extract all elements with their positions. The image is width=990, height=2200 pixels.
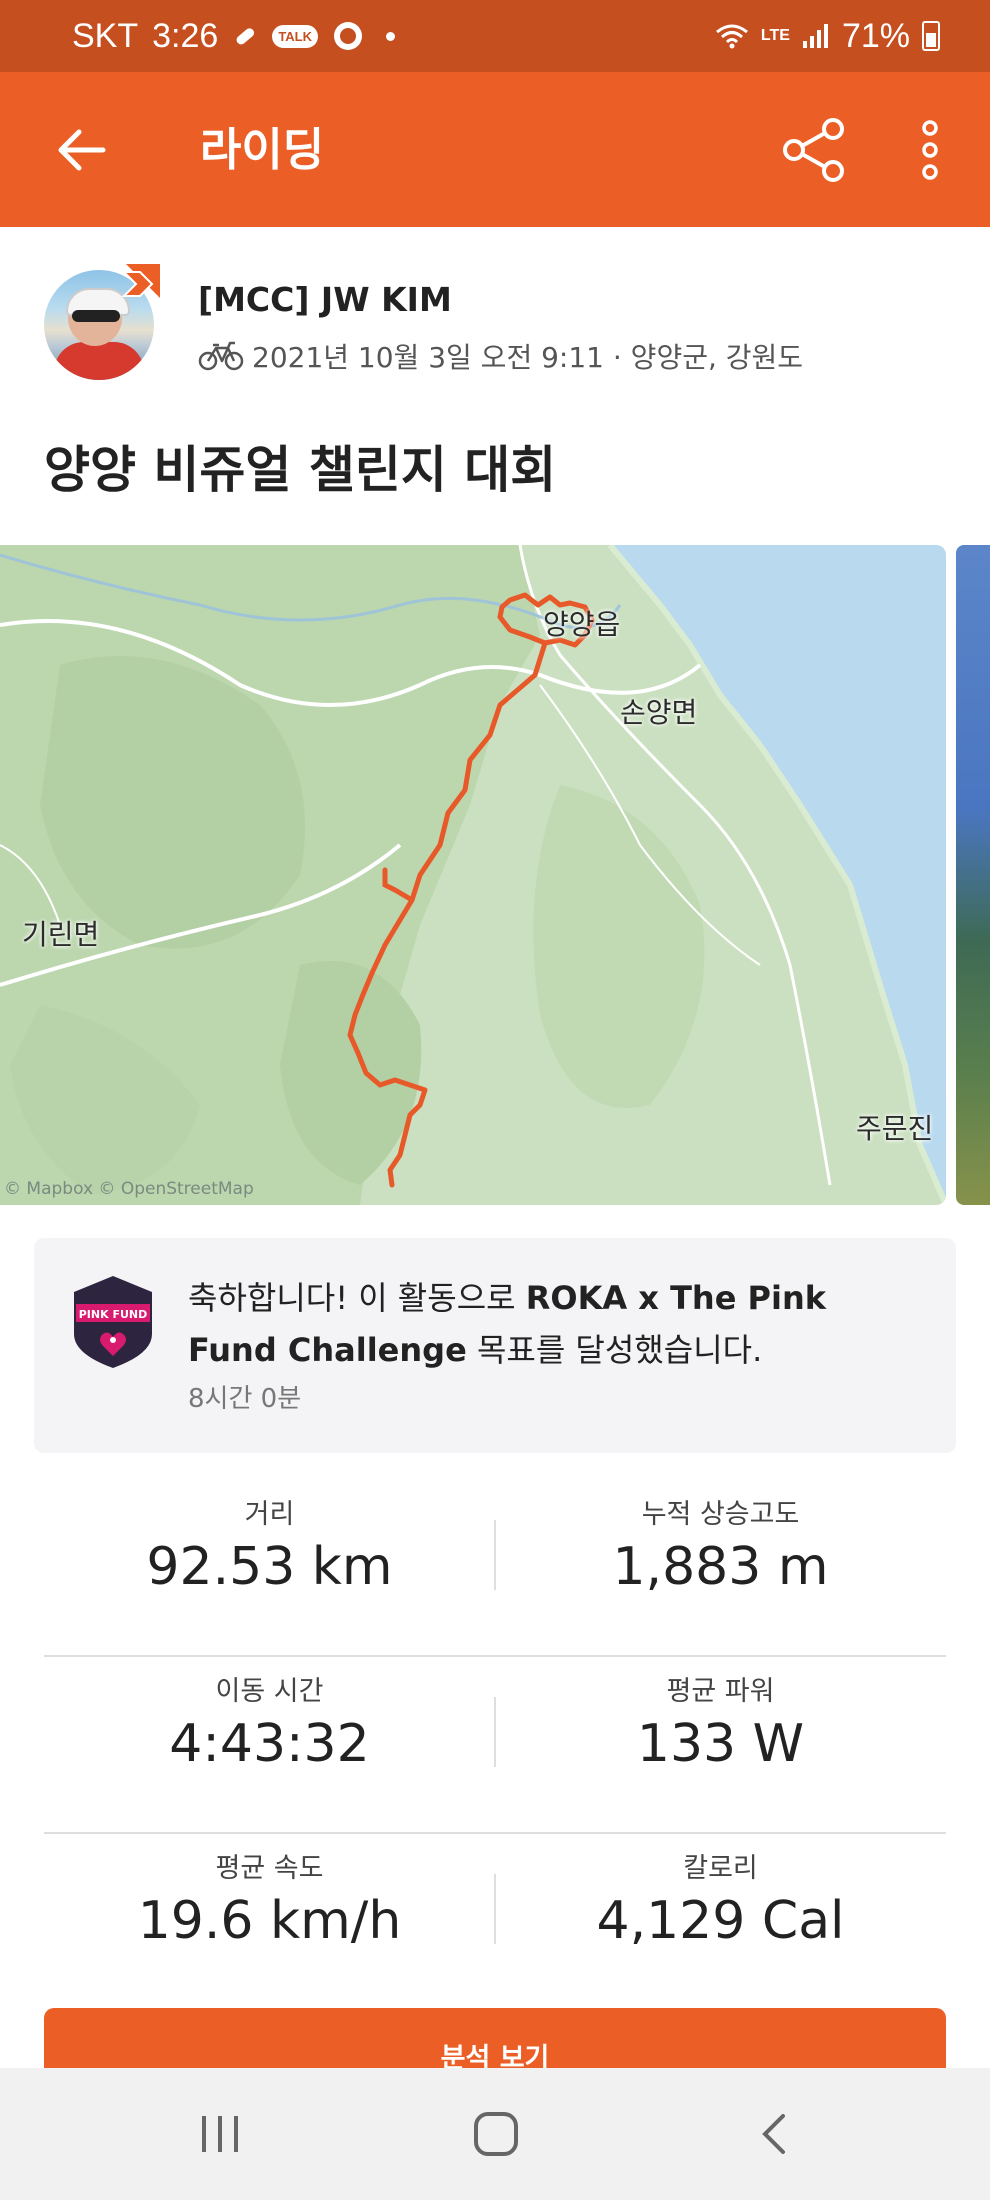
stat-label: 칼로리 bbox=[683, 1853, 758, 1884]
map-canvas bbox=[0, 545, 946, 1205]
stat-calories: 칼로리 4,129 Cal bbox=[495, 1834, 946, 1951]
stat-value: 133 W bbox=[636, 1714, 805, 1774]
carrier-label: SKT bbox=[72, 16, 139, 55]
map-label: 기린면 bbox=[22, 918, 100, 951]
achievement-prefix: 축하합니다! 이 활동으로 bbox=[188, 1279, 526, 1317]
stat-label: 거리 bbox=[244, 1499, 295, 1530]
stat-label: 누적 상승고도 bbox=[641, 1499, 800, 1530]
signal-icon bbox=[802, 23, 830, 49]
activity-meta: 2021년 10월 3일 오전 9:11 · 양양군, 강원도 bbox=[198, 336, 803, 376]
chevron-left-icon bbox=[762, 2114, 785, 2154]
app-bar: 라이딩 bbox=[0, 72, 990, 227]
achievement-message: 축하합니다! 이 활동으로 ROKA x The Pink Fund Chall… bbox=[188, 1272, 908, 1376]
back-arrow-icon bbox=[58, 129, 106, 171]
achievement-suffix: 목표를 달성했습니다. bbox=[466, 1331, 763, 1369]
system-nav-bar bbox=[0, 2068, 990, 2200]
home-button[interactable] bbox=[456, 2104, 536, 2164]
share-icon bbox=[783, 118, 844, 182]
battery-icon bbox=[922, 21, 940, 51]
stat-value: 92.53 km bbox=[146, 1537, 393, 1597]
avatar[interactable] bbox=[44, 262, 162, 380]
battery-percent: 71% bbox=[841, 16, 910, 55]
pink-fund-badge-icon: PINK FUND bbox=[74, 1276, 152, 1368]
map-label: 양양읍 bbox=[543, 608, 621, 641]
recent-apps-icon bbox=[202, 2116, 238, 2152]
route-map[interactable]: 양양읍 손양면 기린면 주문진 © Mapbox © OpenStreetMap bbox=[0, 545, 946, 1205]
stat-avg-speed: 평균 속도 19.6 km/h bbox=[44, 1834, 495, 1951]
notification-dot-icon bbox=[386, 31, 396, 41]
more-options-button[interactable] bbox=[900, 112, 960, 188]
share-button[interactable] bbox=[776, 112, 852, 188]
home-icon bbox=[474, 2112, 518, 2156]
stats-grid: 거리 92.53 km 누적 상승고도 1,883 m 이동 시간 4:43:3… bbox=[44, 1480, 946, 2011]
kakaotalk-icon: TALK bbox=[272, 24, 319, 48]
stat-value: 19.6 km/h bbox=[137, 1891, 402, 1951]
back-button[interactable] bbox=[44, 112, 120, 188]
badge-text: PINK FUND bbox=[79, 1308, 148, 1321]
system-back-button[interactable] bbox=[734, 2104, 814, 2164]
stat-avg-power: 평균 파워 133 W bbox=[495, 1657, 946, 1774]
stat-value: 4:43:32 bbox=[169, 1714, 370, 1774]
stat-value: 4,129 Cal bbox=[596, 1891, 845, 1951]
stat-distance: 거리 92.53 km bbox=[44, 1480, 495, 1597]
starbucks-icon bbox=[332, 20, 364, 52]
pill-icon bbox=[232, 23, 258, 49]
stat-label: 평균 파워 bbox=[666, 1676, 775, 1707]
stat-moving-time: 이동 시간 4:43:32 bbox=[44, 1657, 495, 1774]
achievement-time: 8시간 0분 bbox=[188, 1384, 302, 1414]
more-vertical-icon bbox=[922, 120, 938, 180]
stat-value: 1,883 m bbox=[612, 1537, 829, 1597]
stats-row: 평균 속도 19.6 km/h 칼로리 4,129 Cal bbox=[44, 1834, 946, 2011]
page-title: 라이딩 bbox=[200, 123, 325, 176]
activity-title: 양양 비쥬얼 챌린지 대회 bbox=[44, 441, 557, 499]
subscriber-badge-icon bbox=[121, 264, 160, 298]
athlete-name[interactable]: [MCC] JW KIM bbox=[198, 280, 452, 319]
map-attribution[interactable]: © Mapbox © OpenStreetMap bbox=[4, 1179, 254, 1199]
wifi-icon bbox=[715, 22, 749, 50]
stats-row: 거리 92.53 km 누적 상승고도 1,883 m bbox=[44, 1480, 946, 1657]
map-label: 손양면 bbox=[620, 696, 698, 729]
activity-date-location: 2021년 10월 3일 오전 9:11 · 양양군, 강원도 bbox=[252, 341, 804, 374]
stat-label: 평균 속도 bbox=[215, 1853, 324, 1884]
clock: 3:26 bbox=[152, 16, 219, 55]
recent-apps-button[interactable] bbox=[180, 2104, 260, 2164]
status-bar: SKT 3:26 TALK LTE 71% bbox=[0, 0, 990, 72]
achievement-card[interactable]: PINK FUND 축하합니다! 이 활동으로 ROKA x The Pink … bbox=[34, 1238, 956, 1453]
stats-row: 이동 시간 4:43:32 평균 파워 133 W bbox=[44, 1657, 946, 1834]
stat-elevation: 누적 상승고도 1,883 m bbox=[495, 1480, 946, 1597]
next-photo-preview[interactable] bbox=[956, 545, 990, 1205]
bike-icon bbox=[198, 341, 244, 371]
stat-label: 이동 시간 bbox=[215, 1676, 324, 1707]
network-type: LTE bbox=[760, 27, 790, 44]
map-label: 주문진 bbox=[856, 1112, 934, 1145]
